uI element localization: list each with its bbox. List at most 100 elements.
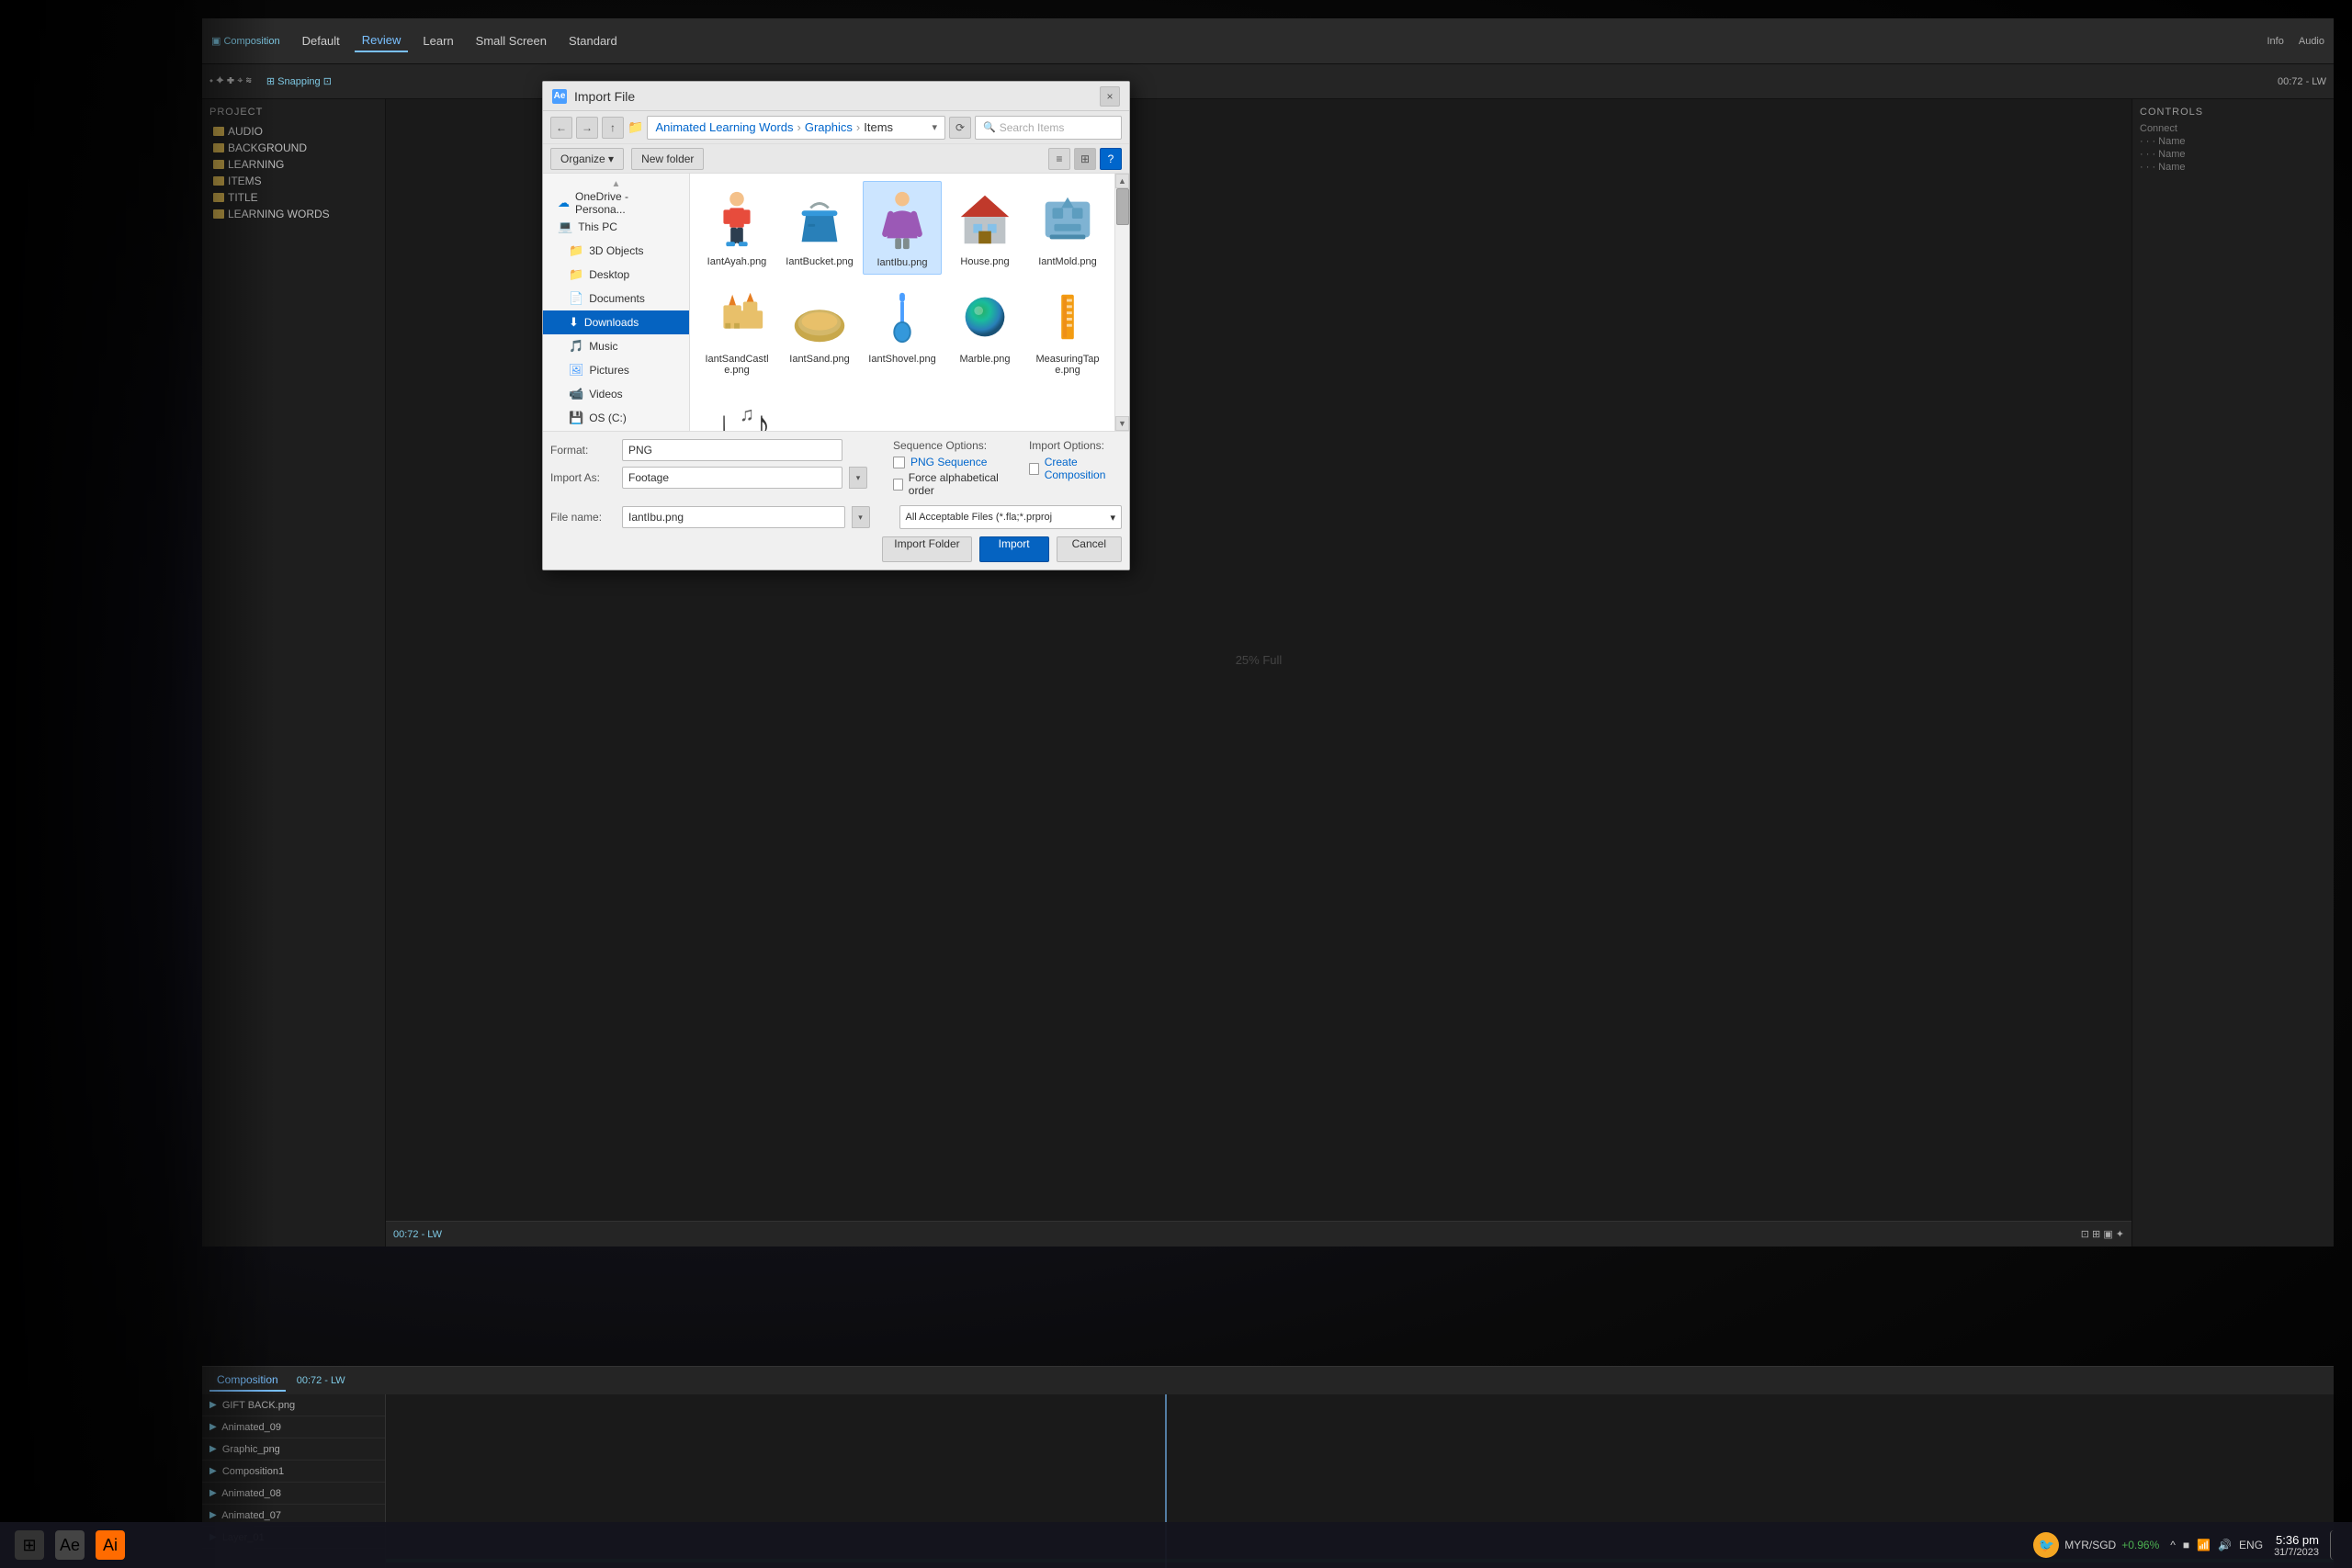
import-button[interactable]: Import bbox=[979, 536, 1049, 562]
import-options: Import Options: Create Composition bbox=[1029, 439, 1122, 500]
filename-input[interactable]: IantIbu.png bbox=[622, 506, 845, 528]
project-item-audio[interactable]: AUDIO bbox=[209, 123, 378, 140]
sidebar-network[interactable]: 🌐 Network bbox=[543, 430, 689, 431]
sidebar-desktop[interactable]: 📁 Desktop bbox=[543, 263, 689, 287]
documents-label: Documents bbox=[589, 292, 645, 305]
sidebar-pictures[interactable]: 🖼 Pictures bbox=[543, 358, 689, 382]
project-item-title[interactable]: TITLE bbox=[209, 189, 378, 206]
file-item-notes[interactable]: ♩♪ ♫ Music Notes.png bbox=[697, 385, 776, 431]
ae-menu-review[interactable]: Review bbox=[355, 29, 409, 52]
project-item-bg[interactable]: BACKGROUND bbox=[209, 140, 378, 156]
file-item-bucket[interactable]: IantBucket.png bbox=[780, 181, 859, 275]
import-dialog[interactable]: Ae Import File × ← → ↑ 📁 Animated Learni… bbox=[542, 81, 1130, 570]
ae-logo: ▣ Composition bbox=[211, 35, 280, 47]
ae-menu-default[interactable]: Default bbox=[295, 30, 347, 51]
help-button[interactable]: ? bbox=[1100, 148, 1122, 170]
dialog-titlebar: Ae Import File × bbox=[543, 82, 1129, 111]
force-alpha-checkbox[interactable] bbox=[893, 479, 903, 491]
ae-controls-sub: · · · Name bbox=[2140, 136, 2326, 147]
breadcrumb-graphics[interactable]: Graphics bbox=[805, 120, 853, 134]
dialog-buttons-row: Import Folder Import Cancel bbox=[550, 536, 1122, 562]
sidebar-videos[interactable]: 📹 Videos bbox=[543, 382, 689, 406]
breadcrumb-items: Items bbox=[864, 120, 893, 134]
sidebar-music[interactable]: 🎵 Music bbox=[543, 334, 689, 358]
search-box[interactable]: 🔍 Search Items bbox=[975, 116, 1122, 140]
filename-dropdown[interactable]: ▾ bbox=[852, 506, 870, 528]
sidebar-3dobjects[interactable]: 📁 3D Objects bbox=[543, 239, 689, 263]
breadcrumb-sep-2: › bbox=[856, 120, 860, 134]
create-comp-label: Create Composition bbox=[1045, 456, 1122, 481]
project-item-items[interactable]: ITEMS bbox=[209, 173, 378, 189]
tl-item-5[interactable]: ▶ Animated_08 bbox=[202, 1483, 385, 1505]
tl-item-3[interactable]: ▶ Graphic_png bbox=[202, 1438, 385, 1461]
tray-volume[interactable]: 🔊 bbox=[2218, 1539, 2232, 1551]
taskbar-ai[interactable]: Ai bbox=[96, 1530, 125, 1560]
sidebar-onedrive[interactable]: ☁ OneDrive - Persona... bbox=[543, 191, 689, 215]
scroll-thumb[interactable] bbox=[1116, 188, 1129, 225]
tray-language[interactable]: ENG bbox=[2239, 1539, 2263, 1551]
import-as-dropdown[interactable]: ▾ bbox=[849, 467, 867, 489]
format-row: Format: PNG bbox=[550, 439, 867, 461]
files-scrollbar[interactable]: ▲ ▼ bbox=[1114, 174, 1129, 431]
file-item-marble[interactable]: Marble.png bbox=[945, 278, 1024, 381]
file-item-mold[interactable]: IantMold.png bbox=[1028, 181, 1107, 275]
file-item-shovel[interactable]: IantShovel.png bbox=[863, 278, 942, 381]
tray-chevron[interactable]: ^ bbox=[2170, 1539, 2176, 1551]
ae-menu-learn[interactable]: Learn bbox=[415, 30, 460, 51]
sidebar-thispc[interactable]: 💻 This PC bbox=[543, 215, 689, 239]
sidebar-osdrive[interactable]: 💾 OS (C:) bbox=[543, 406, 689, 430]
taskbar-windows[interactable]: ⊞ bbox=[15, 1530, 44, 1560]
file-item-ibu[interactable]: IantIbu.png bbox=[863, 181, 942, 275]
ae-toolbar: ⬩ ✦ ✚ ⌖ ≋ ⊞ Snapping ⊡ 00:72 - LW bbox=[202, 64, 2334, 99]
png-sequence-checkbox[interactable] bbox=[893, 457, 905, 468]
ae-snap: ⊞ Snapping ⊡ bbox=[266, 75, 332, 87]
taskbar-ae[interactable]: Ae bbox=[55, 1530, 85, 1560]
sequence-options: Sequence Options: PNG Sequence Force alp… bbox=[893, 439, 1003, 500]
create-comp-checkbox[interactable] bbox=[1029, 463, 1039, 475]
timeline-tab-comp[interactable]: Composition bbox=[209, 1370, 286, 1392]
dialog-app-icon: Ae bbox=[552, 89, 567, 104]
file-item-ayah[interactable]: IantAyah.png bbox=[697, 181, 776, 275]
nav-refresh-button[interactable]: ⟳ bbox=[949, 117, 971, 139]
new-folder-button[interactable]: New folder bbox=[631, 148, 704, 170]
import-folder-button[interactable]: Import Folder bbox=[882, 536, 971, 562]
organize-button[interactable]: Organize ▾ bbox=[550, 148, 624, 170]
view-grid-button[interactable]: ⊞ bbox=[1074, 148, 1096, 170]
dialog-close-button[interactable]: × bbox=[1100, 86, 1120, 107]
dialog-body: ▲ ☁ OneDrive - Persona... 💻 This PC 📁 3D… bbox=[543, 174, 1129, 431]
tl-item-1[interactable]: ▶ GIFT BACK.png bbox=[202, 1394, 385, 1416]
cancel-button[interactable]: Cancel bbox=[1057, 536, 1122, 562]
project-item-learning-words[interactable]: LEARNING WORDS bbox=[209, 206, 378, 222]
tl-item-2[interactable]: ▶ Animated_09 bbox=[202, 1416, 385, 1438]
filename-row: File name: IantIbu.png ▾ All Acceptable … bbox=[550, 505, 1122, 529]
ae-menu-smallscreen[interactable]: Small Screen bbox=[469, 30, 554, 51]
scroll-up-indicator[interactable]: ▲ bbox=[543, 177, 689, 191]
import-as-input[interactable]: Footage bbox=[622, 467, 842, 489]
breadcrumb-dropdown-arrow[interactable]: ▾ bbox=[932, 121, 937, 133]
sidebar-downloads[interactable]: ⬇ Downloads bbox=[543, 310, 689, 334]
taskbar-show-desktop[interactable] bbox=[2330, 1530, 2337, 1560]
ae-menu-standard[interactable]: Standard bbox=[561, 30, 625, 51]
file-item-sandcastle[interactable]: IantSandCastle.png bbox=[697, 278, 776, 381]
nav-forward-button[interactable]: → bbox=[576, 117, 598, 139]
file-thumb-notes: ♩♪ ♫ bbox=[704, 390, 770, 431]
sidebar-documents[interactable]: 📄 Documents bbox=[543, 287, 689, 310]
file-name-bucket: IantBucket.png bbox=[786, 256, 853, 267]
onedrive-icon: ☁ bbox=[558, 196, 570, 210]
dialog-title-text: Import File bbox=[574, 89, 635, 104]
breadcrumb-animated[interactable]: Animated Learning Words bbox=[655, 120, 793, 134]
filetype-dropdown[interactable]: All Acceptable Files (*.fla;*.prproj ▾ bbox=[899, 505, 1123, 529]
scroll-down-button[interactable]: ▼ bbox=[1115, 416, 1129, 431]
system-clock[interactable]: 5:36 pm 31/7/2023 bbox=[2274, 1533, 2319, 1558]
file-item-sand[interactable]: IantSand.png bbox=[780, 278, 859, 381]
file-item-house[interactable]: House.png bbox=[945, 181, 1024, 275]
scroll-up-button[interactable]: ▲ bbox=[1115, 174, 1129, 188]
project-item-learning[interactable]: LEARNING bbox=[209, 156, 378, 173]
nav-up-button[interactable]: ↑ bbox=[602, 117, 624, 139]
nav-back-button[interactable]: ← bbox=[550, 117, 572, 139]
tl-item-4[interactable]: ▶ Composition1 bbox=[202, 1461, 385, 1483]
organize-label: Organize ▾ bbox=[560, 152, 614, 165]
documents-icon: 📄 bbox=[569, 291, 583, 306]
view-list-button[interactable]: ≡ bbox=[1048, 148, 1070, 170]
file-item-tape[interactable]: MeasuringTape.png bbox=[1028, 278, 1107, 381]
